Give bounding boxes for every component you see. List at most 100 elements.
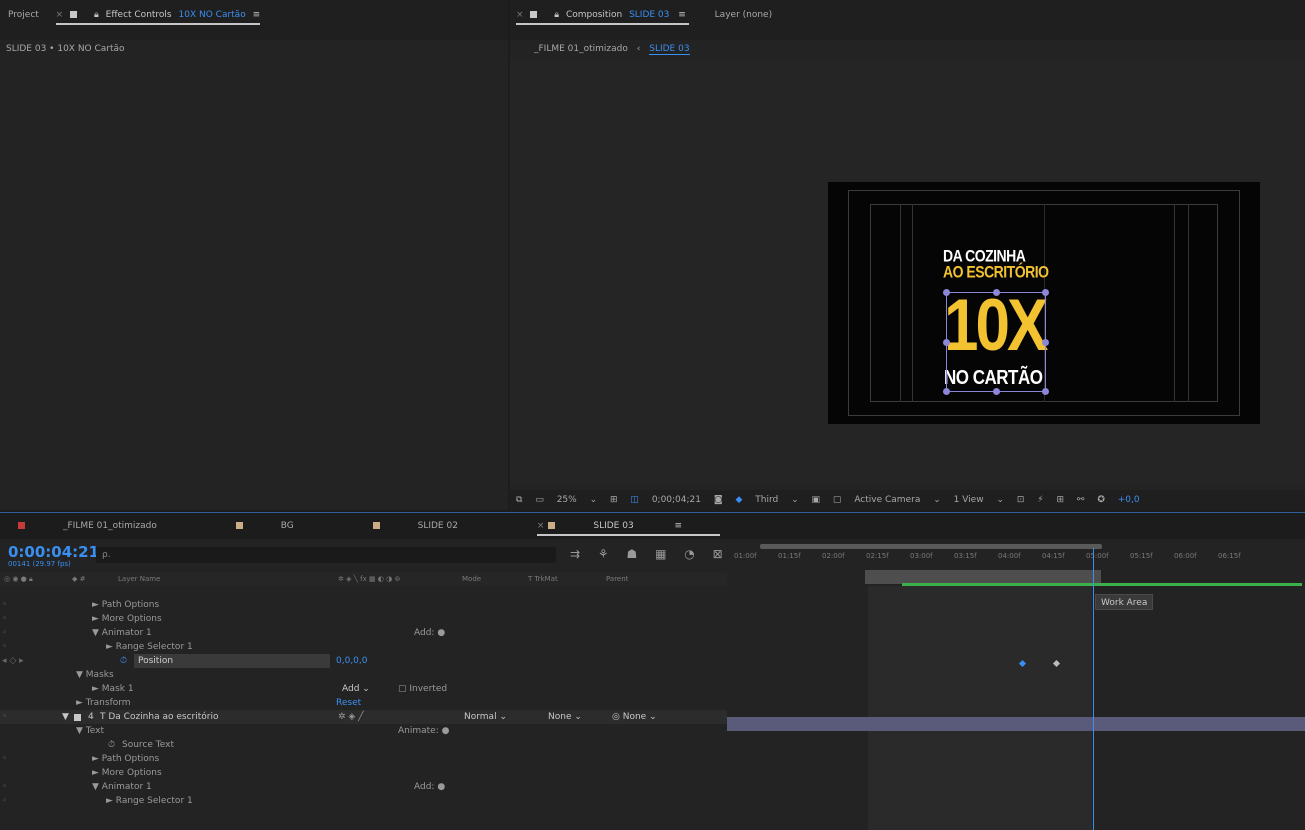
layer-switches-icon[interactable]: ✲ ◈ ╱ [338, 710, 364, 724]
parent-dropdown[interactable]: ◎ None ⌄ [612, 710, 657, 724]
tab-layer[interactable]: Layer (none) [715, 10, 772, 20]
camera-dropdown[interactable]: Active Camera ⌄ [854, 495, 940, 505]
trkmat-dropdown[interactable]: None ⌄ [548, 710, 582, 724]
timeline-icon[interactable]: ⊞ [1056, 495, 1064, 505]
list-item[interactable]: ◦ ► Range Selector 1 [0, 794, 727, 808]
eye-icon[interactable]: ◦ [2, 794, 7, 808]
col-layer-name[interactable]: Layer Name [118, 572, 160, 586]
work-area-bar[interactable] [865, 570, 1101, 584]
grid-icon[interactable]: ⊞ [610, 495, 618, 505]
selection-box[interactable] [943, 289, 1049, 395]
eye-icon[interactable]: ◦ [2, 780, 7, 794]
close-icon[interactable]: × [537, 521, 545, 531]
mask-inverted-checkbox[interactable]: ▢ Inverted [398, 682, 447, 696]
add-animator-button[interactable]: Add: ● [414, 780, 445, 794]
graph-editor-icon[interactable]: ⊠ [713, 547, 723, 561]
label-color-icon[interactable] [74, 714, 81, 721]
layer-name[interactable]: T Da Cozinha ao escritório [100, 710, 218, 724]
roi-icon[interactable]: ▢ [833, 495, 842, 505]
menu-icon[interactable]: ≡ [675, 521, 683, 531]
transform-handle[interactable] [1042, 289, 1049, 296]
list-item[interactable]: ► Transform Reset [0, 696, 727, 710]
menu-icon[interactable]: ≡ [678, 10, 686, 20]
col-mode[interactable]: Mode [462, 572, 481, 586]
add-animator-button[interactable]: Add: ● [414, 626, 445, 640]
current-time[interactable]: 0;00;04;21 [652, 495, 701, 505]
transform-handle[interactable] [993, 289, 1000, 296]
transform-handle[interactable] [943, 339, 950, 346]
list-item[interactable]: ◦ ► Range Selector 1 [0, 640, 727, 654]
resolution-dropdown[interactable]: Third ⌄ [755, 495, 798, 505]
time-navigator[interactable] [760, 544, 1102, 549]
transform-handle[interactable] [993, 388, 1000, 395]
position-value[interactable]: 0,0,0,0 [336, 654, 368, 668]
list-item[interactable]: ⏱ Source Text [0, 738, 727, 752]
eye-icon[interactable]: ◦ [2, 612, 7, 626]
list-item[interactable]: ◦ ► Path Options [0, 598, 727, 612]
tab-filme-01[interactable]: _FILME 01_otimizado [18, 521, 195, 531]
eye-icon[interactable]: ◦ [2, 752, 7, 766]
transform-handle[interactable] [1042, 388, 1049, 395]
color-icon[interactable]: ◆ [735, 495, 742, 505]
exposure-value[interactable]: +0,0 [1118, 495, 1140, 505]
fast-preview-icon[interactable]: ⚡︎ [1037, 495, 1043, 505]
close-icon[interactable]: × [56, 10, 64, 20]
tab-slide-03[interactable]: × SLIDE 03 ≡ [536, 521, 721, 536]
monitor-icon[interactable]: ▭ [535, 495, 544, 505]
transform-handle[interactable] [943, 388, 950, 395]
transform-handle[interactable] [943, 289, 950, 296]
camera-icon[interactable]: ◙ [714, 495, 723, 505]
col-trkmat[interactable]: T TrkMat [528, 572, 558, 586]
toggle-pixel-icon[interactable]: ⊡ [1017, 495, 1025, 505]
position-property[interactable]: Position [134, 654, 330, 668]
eye-icon[interactable]: ◦ [2, 598, 7, 612]
mask-mode-dropdown[interactable]: Add ⌄ [342, 682, 370, 696]
layer-duration-bar[interactable] [727, 717, 1305, 731]
transparency-icon[interactable]: ▣ [812, 495, 821, 505]
close-icon[interactable]: × [516, 10, 524, 20]
table-row[interactable]: ◦ ▼ 4 T Da Cozinha ao escritório ✲ ◈ ╱ N… [0, 710, 727, 724]
comp-flowchart-icon[interactable]: ⇉ [570, 547, 580, 561]
eye-icon[interactable]: ◦ [2, 710, 7, 724]
tab-project[interactable]: Project [8, 10, 39, 20]
playhead[interactable] [1093, 548, 1094, 830]
tab-slide-02[interactable]: SLIDE 02 [372, 521, 496, 531]
eye-icon[interactable]: ◦ [2, 640, 7, 654]
col-parent[interactable]: Parent [606, 572, 628, 586]
zoom-dropdown[interactable]: 25% ⌄ [557, 495, 597, 505]
animate-button[interactable]: Animate: ● [398, 724, 449, 738]
stopwatch-icon[interactable]: ⏱ [120, 654, 127, 668]
list-item[interactable]: ◦ ► More Options [0, 612, 727, 626]
tab-composition[interactable]: × 🔒︎ Composition SLIDE 03 ≡ [516, 10, 689, 25]
crumb-parent[interactable]: _FILME 01_otimizado [534, 44, 628, 54]
transform-handle[interactable] [1042, 339, 1049, 346]
region-icon[interactable]: ◫ [630, 495, 639, 505]
snapshot-icon[interactable]: ⧉ [516, 495, 522, 505]
frame-blend-icon[interactable]: ▦ [655, 547, 666, 561]
expand-icon[interactable]: ▼ [62, 710, 69, 724]
list-item[interactable]: ◦ ▼ Animator 1 Add: ● [0, 626, 727, 640]
motion-blur-icon[interactable]: ◔ [684, 547, 694, 561]
keyframe-nav-icon[interactable]: ◂ ◇ ▸ [2, 654, 24, 668]
current-timecode[interactable]: 0:00:04:21 [8, 543, 99, 561]
shy-icon[interactable]: ☗ [626, 547, 637, 561]
reset-button[interactable]: Reset [336, 696, 361, 710]
crumb-current[interactable]: SLIDE 03 [649, 44, 690, 55]
list-item[interactable]: ▼ Masks [0, 668, 727, 682]
tab-bg[interactable]: BG [235, 521, 332, 531]
flowchart-icon[interactable]: ⚯ [1077, 495, 1085, 505]
draft-3d-icon[interactable]: ⚘ [598, 547, 609, 561]
list-item[interactable]: ► More Options [0, 766, 727, 780]
tab-effect-controls[interactable]: × 🔒︎ Effect Controls 10X NO Cartão ≡ [55, 10, 261, 25]
stopwatch-icon[interactable]: ⏱ [108, 738, 115, 752]
composition-frame[interactable]: DA COZINHA AO ESCRITÓRIO 10X NO CARTÃO [828, 182, 1260, 424]
eye-icon[interactable]: ◦ [2, 626, 7, 640]
list-item[interactable]: ◦ ▼ Animator 1 Add: ● [0, 780, 727, 794]
list-item[interactable]: ▼ Text Animate: ● [0, 724, 727, 738]
list-item[interactable]: ► Mask 1 Add ⌄ ▢ Inverted [0, 682, 727, 696]
list-item[interactable]: ◦ ► Path Options [0, 752, 727, 766]
menu-icon[interactable]: ≡ [253, 10, 261, 20]
list-item[interactable]: ◂ ◇ ▸ ⏱ Position 0,0,0,0 [0, 654, 727, 668]
mode-dropdown[interactable]: Normal ⌄ [464, 710, 507, 724]
exposure-icon[interactable]: ✪ [1097, 495, 1105, 505]
